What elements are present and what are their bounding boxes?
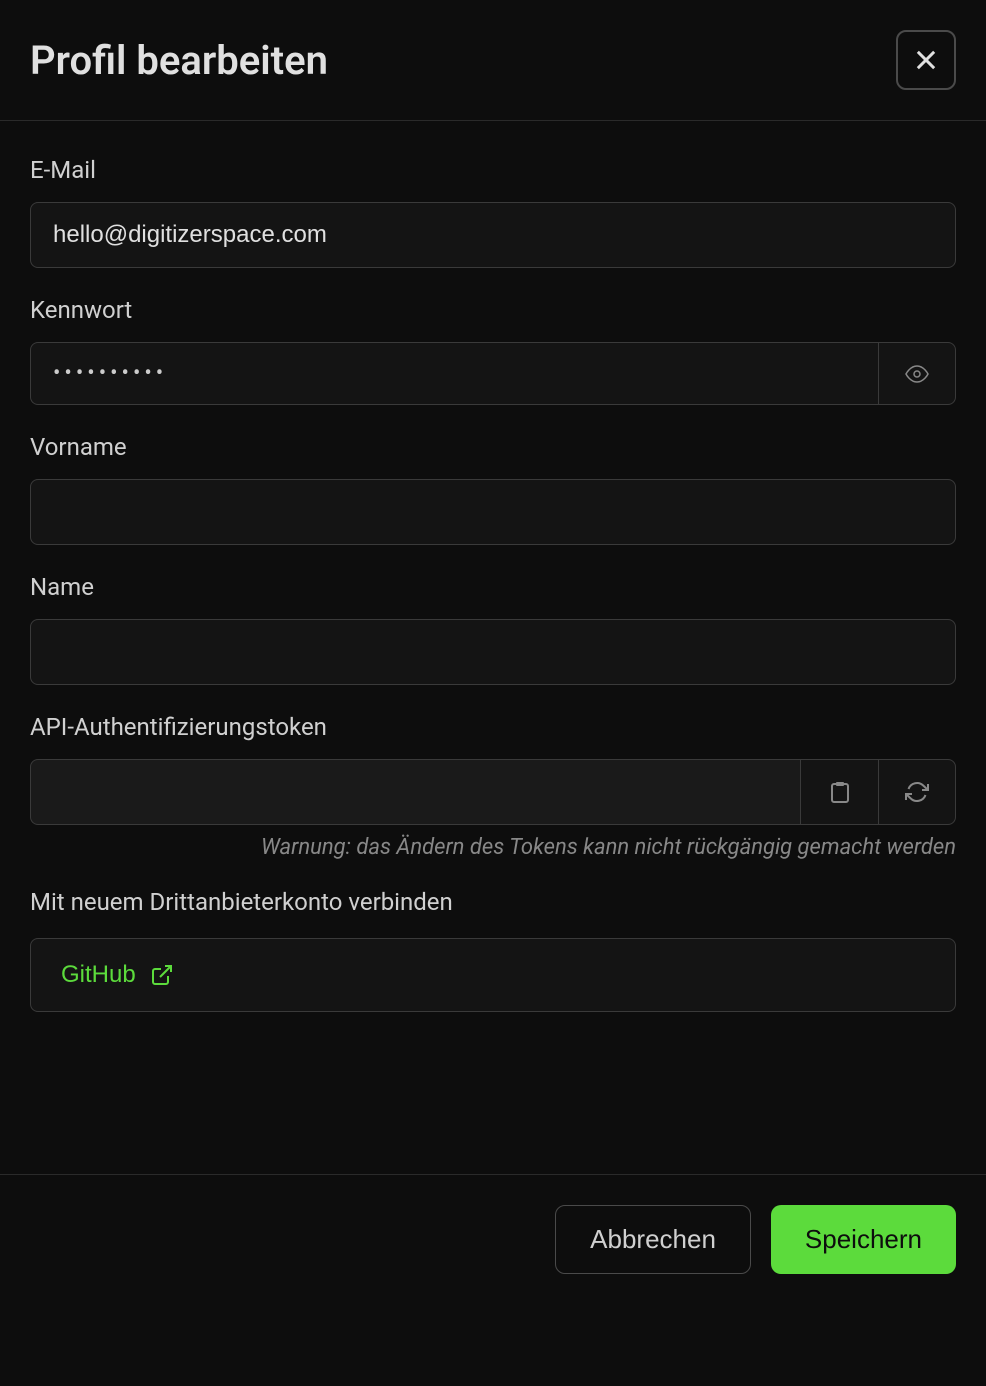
eye-icon [905, 362, 929, 386]
clipboard-icon [828, 780, 852, 804]
password-group: Kennwort •••••••••• [30, 296, 956, 405]
close-button[interactable] [896, 30, 956, 90]
cancel-button[interactable]: Abbrechen [555, 1205, 751, 1274]
api-token-warning: Warnung: das Ändern des Tokens kann nich… [30, 835, 956, 860]
lastname-label: Name [30, 573, 956, 601]
firstname-label: Vorname [30, 433, 956, 461]
save-button[interactable]: Speichern [771, 1205, 956, 1274]
firstname-group: Vorname [30, 433, 956, 545]
toggle-password-visibility-button[interactable] [878, 342, 956, 405]
regenerate-token-button[interactable] [878, 759, 956, 825]
github-label: GitHub [61, 961, 136, 989]
api-token-group: API-Authentifizierungstoken Warnung: das… [30, 713, 956, 860]
firstname-input[interactable] [30, 479, 956, 545]
modal-footer: Abbrechen Speichern [0, 1174, 986, 1304]
modal-title: Profil bearbeiten [30, 37, 328, 84]
close-icon [912, 46, 940, 74]
copy-token-button[interactable] [800, 759, 878, 825]
api-token-input[interactable] [30, 759, 800, 825]
third-party-label: Mit neuem Drittanbieterkonto verbinden [30, 888, 956, 916]
password-input[interactable]: •••••••••• [30, 342, 878, 405]
api-token-label: API-Authentifizierungstoken [30, 713, 956, 741]
lastname-input[interactable] [30, 619, 956, 685]
email-label: E-Mail [30, 156, 956, 184]
modal-header: Profil bearbeiten [0, 0, 986, 121]
connect-github-button[interactable]: GitHub [30, 938, 956, 1012]
external-link-icon [150, 963, 174, 987]
refresh-icon [905, 780, 929, 804]
email-input[interactable] [30, 202, 956, 268]
modal-body: E-Mail Kennwort •••••••••• Vorname Name … [0, 121, 986, 1052]
email-group: E-Mail [30, 156, 956, 268]
password-label: Kennwort [30, 296, 956, 324]
lastname-group: Name [30, 573, 956, 685]
